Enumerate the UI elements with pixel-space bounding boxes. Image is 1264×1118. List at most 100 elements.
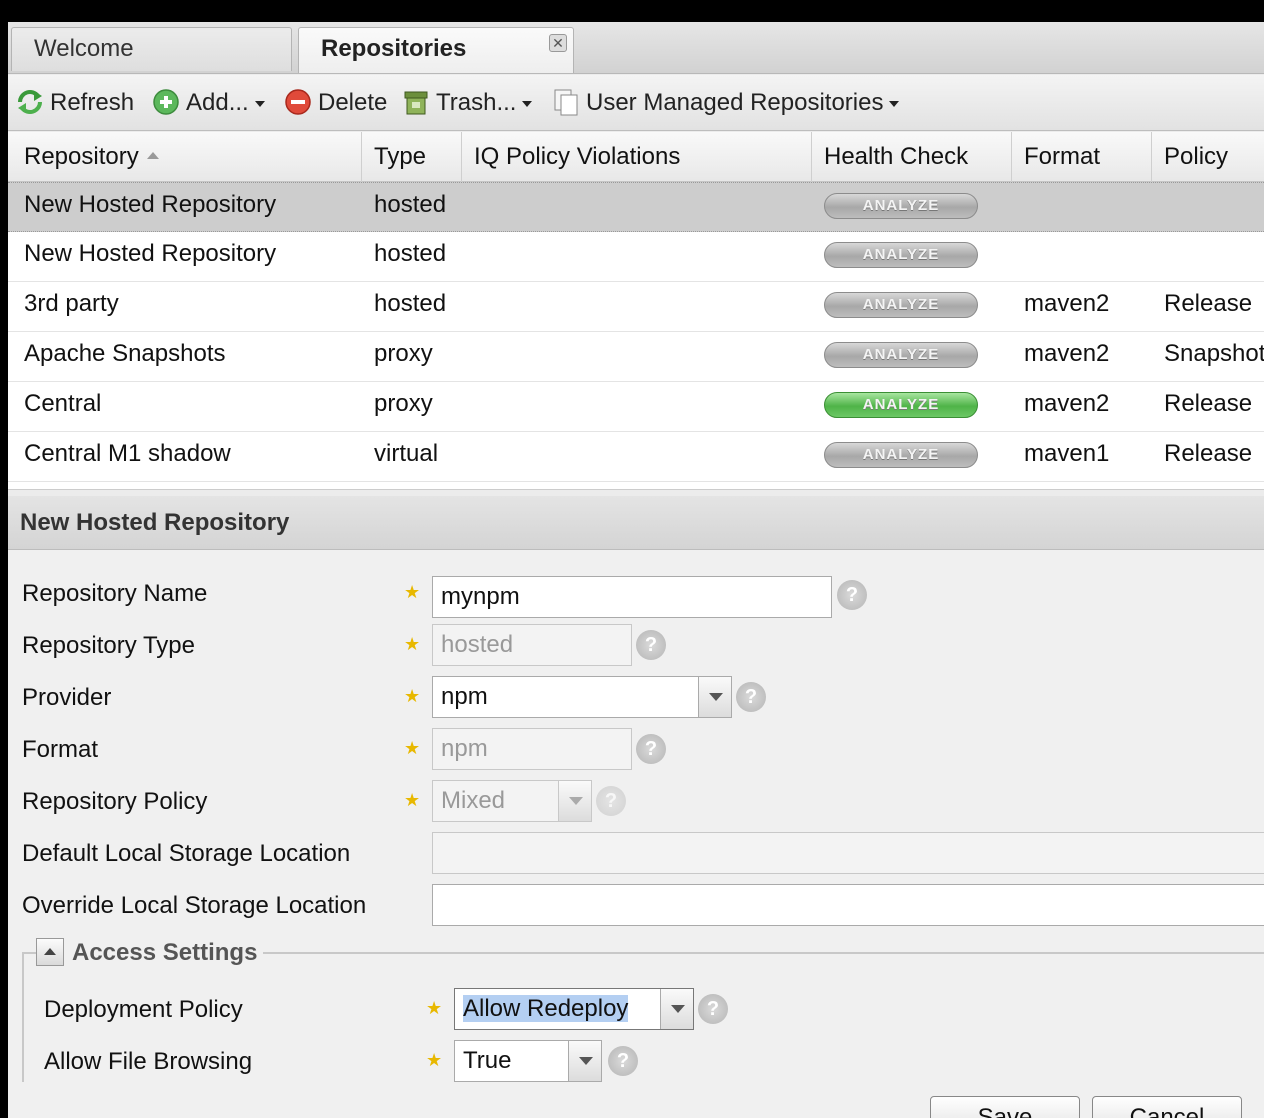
add-button[interactable]: Add...: [152, 87, 265, 119]
analyze-button[interactable]: ANALYZE: [824, 442, 978, 468]
analyze-button[interactable]: ANALYZE: [824, 342, 978, 368]
tab-label: Repositories: [321, 35, 467, 62]
cell-type: hosted: [374, 191, 447, 218]
help-icon: ?: [596, 786, 626, 816]
repository-form: New Hosted Repository Repository Name ★ …: [8, 496, 1264, 1118]
help-icon[interactable]: ?: [736, 682, 766, 712]
repositories-panel: Welcome Repositories ✕ Refresh Add... De…: [8, 22, 1264, 1118]
tab-welcome[interactable]: Welcome: [11, 27, 292, 71]
user-managed-repositories-button[interactable]: User Managed Repositories: [552, 87, 900, 119]
cell-format: [1008, 232, 1152, 282]
column-header-iq-policy-violations[interactable]: IQ Policy Violations: [462, 132, 812, 182]
table-row[interactable]: 3rd party hosted maven2 Release ANALYZE: [8, 282, 1264, 332]
sort-ascending-icon: [146, 152, 159, 160]
default-storage-field: [432, 832, 1264, 874]
column-header-format[interactable]: Format: [1012, 132, 1152, 182]
table-row[interactable]: Central M1 shadow virtual maven1 Release ANA…: [8, 432, 1264, 482]
repository-name-field[interactable]: mynpm: [432, 576, 832, 618]
chevron-down-icon: [522, 100, 533, 107]
cell-format: maven2: [1024, 340, 1110, 367]
cell-repository: Central M1 shadow: [24, 440, 231, 467]
table-row[interactable]: Central proxy maven2 Release ANALYZE: [8, 382, 1264, 432]
delete-button[interactable]: Delete: [284, 87, 387, 119]
cell-type: hosted: [374, 240, 447, 267]
column-label: Health Check: [824, 143, 969, 170]
tab-repositories[interactable]: Repositories ✕: [298, 27, 574, 73]
save-button[interactable]: Save: [930, 1096, 1080, 1118]
cancel-button[interactable]: Cancel: [1092, 1096, 1242, 1118]
cell-repository: Central: [24, 390, 102, 417]
trash-button[interactable]: Trash...: [402, 87, 533, 119]
cell-format: maven2: [1024, 290, 1110, 317]
analyze-button[interactable]: ANALYZE: [824, 292, 978, 318]
cell-policy: Release: [1164, 390, 1253, 417]
documents-icon: [554, 89, 578, 116]
provider-label: Provider: [22, 684, 112, 711]
access-settings-title: Access Settings: [72, 939, 258, 966]
cell-repository: New Hosted Repository: [24, 240, 277, 267]
column-label: Repository: [24, 143, 139, 170]
required-star-icon: ★: [404, 738, 421, 758]
column-header-type[interactable]: Type: [362, 132, 462, 182]
analyze-button[interactable]: ANALYZE: [824, 193, 978, 219]
cell-type: virtual: [374, 440, 439, 467]
required-star-icon: ★: [404, 582, 421, 602]
default-storage-label: Default Local Storage Location: [22, 840, 351, 867]
required-star-icon: ★: [426, 1050, 443, 1070]
cell-type: proxy: [374, 340, 433, 367]
cell-policy: Release: [1164, 290, 1253, 317]
column-label: Policy: [1164, 143, 1229, 170]
repository-policy-value: Mixed: [441, 787, 506, 814]
delete-label: Delete: [318, 89, 388, 116]
user-managed-label: User Managed Repositories: [586, 89, 884, 116]
cell-policy: Release: [1164, 440, 1253, 467]
collapse-icon[interactable]: [36, 937, 64, 966]
chevron-down-icon[interactable]: [568, 1041, 601, 1081]
required-star-icon: ★: [404, 686, 421, 706]
help-icon[interactable]: ?: [636, 734, 666, 764]
table-row[interactable]: New Hosted Repository hosted ANALYZE: [8, 232, 1264, 282]
deployment-policy-select[interactable]: Allow Redeploy: [454, 988, 694, 1030]
cell-format: maven1: [1024, 440, 1110, 467]
form-title: New Hosted Repository: [8, 496, 1264, 550]
help-icon[interactable]: ?: [837, 580, 867, 610]
tab-label: Welcome: [34, 35, 134, 62]
chevron-down-icon: [254, 100, 265, 107]
analyze-button[interactable]: ANALYZE: [824, 392, 978, 418]
column-header-health-check[interactable]: Health Check: [812, 132, 1012, 182]
file-browsing-select[interactable]: True: [454, 1040, 602, 1082]
tab-bar: Welcome Repositories ✕: [8, 22, 1264, 74]
required-star-icon: ★: [404, 790, 421, 810]
column-label: IQ Policy Violations: [474, 143, 681, 170]
help-icon[interactable]: ?: [636, 630, 666, 660]
format-label: Format: [22, 736, 99, 763]
cell-repository: New Hosted Repository: [24, 191, 277, 218]
help-icon[interactable]: ?: [698, 994, 728, 1024]
refresh-icon: [18, 89, 42, 114]
cell-policy: Snapshot: [1164, 340, 1264, 367]
file-browsing-value: True: [463, 1047, 512, 1074]
help-icon[interactable]: ?: [608, 1046, 638, 1076]
cell-type: proxy: [374, 390, 433, 417]
access-settings-legend: Access Settings: [36, 936, 264, 970]
table-row[interactable]: Apache Snapshots proxy maven2 Snapshot ANALY…: [8, 332, 1264, 382]
chevron-down-icon[interactable]: [698, 677, 731, 717]
column-header-policy[interactable]: Policy: [1152, 132, 1264, 182]
minus-circle-icon: [285, 88, 311, 115]
close-icon[interactable]: ✕: [549, 34, 567, 52]
column-header-repository[interactable]: Repository: [12, 132, 362, 182]
refresh-button[interactable]: Refresh: [16, 87, 134, 119]
file-browsing-label: Allow File Browsing: [44, 1048, 253, 1075]
toolbar: Refresh Add... Delete Trash... User Mana…: [8, 75, 1264, 131]
repository-name-label: Repository Name: [22, 580, 208, 607]
cell-format: [1008, 183, 1152, 233]
repository-policy-select: Mixed: [432, 780, 592, 822]
chevron-down-icon: [558, 781, 591, 821]
plus-circle-icon: [153, 88, 179, 115]
table-row[interactable]: New Hosted Repository hosted ANALYZE: [8, 182, 1264, 232]
analyze-button[interactable]: ANALYZE: [824, 242, 978, 268]
provider-select[interactable]: npm: [432, 676, 732, 718]
grid-header: Repository Type IQ Policy Violations Hea…: [8, 132, 1264, 182]
chevron-down-icon[interactable]: [660, 989, 693, 1029]
override-storage-field[interactable]: [432, 884, 1264, 926]
